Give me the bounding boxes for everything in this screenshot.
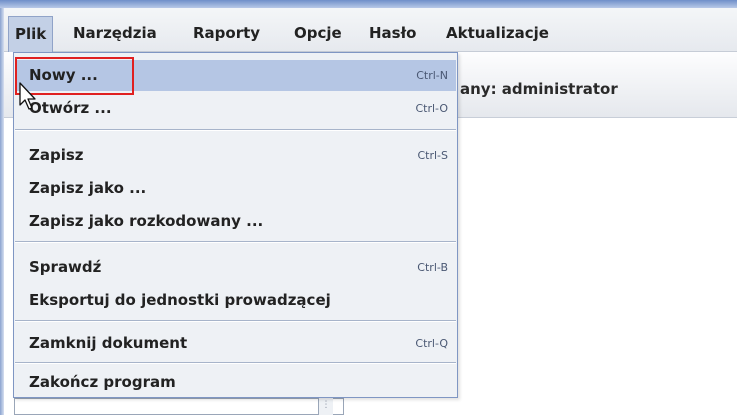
arrow-pointer-icon bbox=[19, 82, 36, 110]
menu-item-sprawdz[interactable]: Sprawdź Ctrl-B bbox=[15, 252, 456, 283]
menu-item-zakoncz-program[interactable]: Zakończ program bbox=[15, 367, 456, 398]
menu-narzedzia[interactable]: Narzędzia bbox=[67, 16, 163, 52]
menu-haslo[interactable]: Hasło bbox=[363, 16, 422, 52]
menu-item-shortcut: Ctrl-N bbox=[416, 69, 448, 82]
menu-raporty[interactable]: Raporty bbox=[187, 16, 266, 52]
menu-separator bbox=[15, 362, 456, 364]
menu-separator bbox=[15, 320, 456, 322]
menu-item-shortcut: Ctrl-Q bbox=[415, 337, 448, 350]
background-list-field[interactable] bbox=[14, 398, 344, 415]
menu-bar: Plik Narzędzia Raporty Opcje Hasło Aktua… bbox=[4, 8, 737, 52]
menu-item-eksportuj[interactable]: Eksportuj do jednostki prowadzącej bbox=[15, 285, 456, 316]
menu-item-label: Sprawdź bbox=[29, 258, 102, 276]
menu-item-shortcut: Ctrl-O bbox=[415, 102, 448, 115]
plik-dropdown-menu: Nowy ... Ctrl-N Otwórz ... Ctrl-O Zapisz… bbox=[13, 52, 458, 398]
menu-item-label: Eksportuj do jednostki prowadzącej bbox=[29, 291, 331, 309]
menu-item-zapisz-jako[interactable]: Zapisz jako ... bbox=[15, 173, 456, 204]
menu-item-zapisz-jako-rozkodowany[interactable]: Zapisz jako rozkodowany ... bbox=[15, 206, 456, 237]
menu-item-label: Zapisz bbox=[29, 146, 84, 164]
window-top-edge bbox=[0, 0, 737, 8]
logged-user-label: any: administrator bbox=[460, 80, 618, 98]
menu-separator bbox=[15, 129, 456, 131]
menu-item-shortcut: Ctrl-B bbox=[417, 261, 448, 274]
menu-item-label: Zapisz jako ... bbox=[29, 179, 147, 197]
menu-item-shortcut: Ctrl-S bbox=[417, 149, 448, 162]
menu-item-label: Zamknij dokument bbox=[29, 334, 188, 352]
menu-item-otworz[interactable]: Otwórz ... Ctrl-O bbox=[15, 93, 456, 124]
menu-item-zamknij-dokument[interactable]: Zamknij dokument Ctrl-Q bbox=[15, 328, 456, 359]
menu-item-label: Zakończ program bbox=[29, 373, 176, 391]
menu-item-label: Zapisz jako rozkodowany ... bbox=[29, 212, 264, 230]
menu-item-zapisz[interactable]: Zapisz Ctrl-S bbox=[15, 140, 456, 171]
background-scrollbar[interactable]: ⋮ bbox=[318, 398, 333, 415]
menu-opcje[interactable]: Opcje bbox=[288, 16, 348, 52]
application-window: Plik Narzędzia Raporty Opcje Hasło Aktua… bbox=[0, 0, 737, 415]
menu-aktualizacje[interactable]: Aktualizacje bbox=[440, 16, 555, 52]
menu-plik[interactable]: Plik bbox=[8, 16, 54, 52]
menu-separator bbox=[15, 241, 456, 243]
